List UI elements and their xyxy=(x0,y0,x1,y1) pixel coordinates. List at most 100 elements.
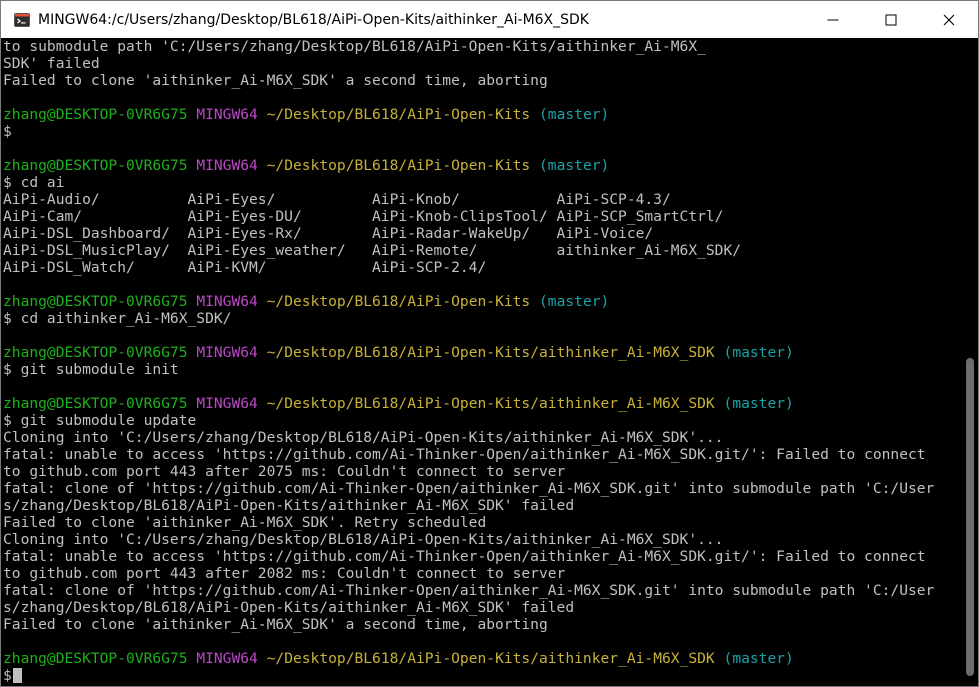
output-text: Failed to clone 'aithinker_Ai-M6X_SDK' a… xyxy=(3,616,548,633)
terminal-line: zhang@DESKTOP-0VR6G75 MINGW64 ~/Desktop/… xyxy=(1,293,962,310)
prompt-user-host: zhang@DESKTOP-0VR6G75 xyxy=(3,344,188,361)
terminal-line: zhang@DESKTOP-0VR6G75 MINGW64 ~/Desktop/… xyxy=(1,344,962,361)
output-text: fatal: unable to access 'https://github.… xyxy=(3,548,926,565)
output-text: fatal: unable to access 'https://github.… xyxy=(3,446,926,463)
terminal-line: $ git submodule init xyxy=(1,361,962,378)
prompt-path: ~/Desktop/BL618/AiPi-Open-Kits xyxy=(266,157,531,174)
vertical-scrollbar[interactable] xyxy=(962,38,978,686)
terminal-line: to submodule path 'C:/Users/zhang/Deskto… xyxy=(1,38,962,55)
output-text: Cloning into 'C:/Users/zhang/Desktop/BL6… xyxy=(3,429,724,446)
terminal-line: fatal: clone of 'https://github.com/Ai-T… xyxy=(1,582,962,599)
prompt-branch: (master) xyxy=(539,106,610,123)
prompt-user-host: zhang@DESKTOP-0VR6G75 xyxy=(3,106,188,123)
output-text: fatal: clone of 'https://github.com/Ai-T… xyxy=(3,582,935,599)
terminal-line: $ xyxy=(1,667,962,684)
prompt-path: ~/Desktop/BL618/AiPi-Open-Kits/aithinker… xyxy=(266,650,715,667)
prompt-shell: MINGW64 xyxy=(196,650,258,667)
output-text: to github.com port 443 after 2082 ms: Co… xyxy=(3,565,566,582)
prompt-shell: MINGW64 xyxy=(196,395,258,412)
terminal-line: AiPi-Cam/ AiPi-Eyes-DU/ AiPi-Knob-ClipsT… xyxy=(1,208,962,225)
prompt-user-host: zhang@DESKTOP-0VR6G75 xyxy=(3,293,188,310)
prompt-path: ~/Desktop/BL618/AiPi-Open-Kits xyxy=(266,293,531,310)
terminal-line: AiPi-DSL_Watch/ AiPi-KVM/ AiPi-SCP-2.4/ xyxy=(1,259,962,276)
prompt-path: ~/Desktop/BL618/AiPi-Open-Kits/aithinker… xyxy=(266,395,715,412)
output-text: AiPi-Audio/ AiPi-Eyes/ AiPi-Knob/ AiPi-S… xyxy=(3,191,671,208)
output-text: AiPi-DSL_MusicPlay/ AiPi-Eyes_weather/ A… xyxy=(3,242,742,259)
terminal-line: Cloning into 'C:/Users/zhang/Desktop/BL6… xyxy=(1,531,962,548)
close-icon xyxy=(943,14,955,25)
prompt-user-host: zhang@DESKTOP-0VR6G75 xyxy=(3,395,188,412)
terminal-line: $ xyxy=(1,123,962,140)
prompt-shell: MINGW64 xyxy=(196,293,258,310)
output-text: Failed to clone 'aithinker_Ai-M6X_SDK'. … xyxy=(3,514,487,531)
scrollbar-thumb[interactable] xyxy=(966,358,974,676)
prompt-shell: MINGW64 xyxy=(196,344,258,361)
prompt-path: ~/Desktop/BL618/AiPi-Open-Kits xyxy=(266,106,531,123)
output-text: $ cd aithinker_Ai-M6X_SDK/ xyxy=(3,310,232,327)
terminal-line: fatal: clone of 'https://github.com/Ai-T… xyxy=(1,480,962,497)
terminal-line: Failed to clone 'aithinker_Ai-M6X_SDK' a… xyxy=(1,616,962,633)
terminal-line: s/zhang/Desktop/BL618/AiPi-Open-Kits/ait… xyxy=(1,497,962,514)
prompt-branch: (master) xyxy=(723,650,794,667)
close-button[interactable] xyxy=(920,1,978,38)
terminal-line: Failed to clone 'aithinker_Ai-M6X_SDK'. … xyxy=(1,514,962,531)
terminal-line: to github.com port 443 after 2075 ms: Co… xyxy=(1,463,962,480)
terminal-line: to github.com port 443 after 2082 ms: Co… xyxy=(1,565,962,582)
maximize-button[interactable] xyxy=(862,1,920,38)
output-text: $ git submodule update xyxy=(3,412,197,429)
minimize-button[interactable] xyxy=(804,1,862,38)
terminal-line: SDK' failed xyxy=(1,55,962,72)
output-text: to submodule path 'C:/Users/zhang/Deskto… xyxy=(3,38,706,55)
prompt-shell: MINGW64 xyxy=(196,106,258,123)
output-text: s/zhang/Desktop/BL618/AiPi-Open-Kits/ait… xyxy=(3,497,575,514)
output-text: SDK' failed xyxy=(3,55,100,72)
output-text: Failed to clone 'aithinker_Ai-M6X_SDK' a… xyxy=(3,72,548,89)
terminal-line: fatal: unable to access 'https://github.… xyxy=(1,548,962,565)
git-bash-icon[interactable] xyxy=(14,12,30,28)
prompt-branch: (master) xyxy=(723,395,794,412)
output-text: AiPi-Cam/ AiPi-Eyes-DU/ AiPi-Knob-ClipsT… xyxy=(3,208,724,225)
prompt-shell: MINGW64 xyxy=(196,157,258,174)
prompt-branch: (master) xyxy=(539,157,610,174)
maximize-icon xyxy=(885,14,897,25)
terminal-line: AiPi-Audio/ AiPi-Eyes/ AiPi-Knob/ AiPi-S… xyxy=(1,191,962,208)
output-text: $ xyxy=(3,123,12,140)
prompt-user-host: zhang@DESKTOP-0VR6G75 xyxy=(3,157,188,174)
terminal-line: $ git submodule update xyxy=(1,412,962,429)
terminal-line: zhang@DESKTOP-0VR6G75 MINGW64 ~/Desktop/… xyxy=(1,650,962,667)
prompt-branch: (master) xyxy=(723,344,794,361)
terminal-line: s/zhang/Desktop/BL618/AiPi-Open-Kits/ait… xyxy=(1,599,962,616)
output-text: $ cd ai xyxy=(3,174,65,191)
text-cursor xyxy=(12,668,22,683)
terminal-line: zhang@DESKTOP-0VR6G75 MINGW64 ~/Desktop/… xyxy=(1,395,962,412)
output-text: $ git submodule init xyxy=(3,361,179,378)
terminal-output[interactable]: to submodule path 'C:/Users/zhang/Deskto… xyxy=(1,38,962,686)
prompt-branch: (master) xyxy=(539,293,610,310)
output-text: $ xyxy=(3,667,12,684)
terminal-line: zhang@DESKTOP-0VR6G75 MINGW64 ~/Desktop/… xyxy=(1,106,962,123)
terminal-line: $ cd aithinker_Ai-M6X_SDK/ xyxy=(1,310,962,327)
terminal-window: MINGW64:/c/Users/zhang/Desktop/BL618/AiP… xyxy=(0,0,979,687)
output-text: AiPi-DSL_Dashboard/ AiPi-Eyes-Rx/ AiPi-R… xyxy=(3,225,654,242)
output-text: Cloning into 'C:/Users/zhang/Desktop/BL6… xyxy=(3,531,724,548)
prompt-path: ~/Desktop/BL618/AiPi-Open-Kits/aithinker… xyxy=(266,344,715,361)
title-bar[interactable]: MINGW64:/c/Users/zhang/Desktop/BL618/AiP… xyxy=(1,1,978,38)
